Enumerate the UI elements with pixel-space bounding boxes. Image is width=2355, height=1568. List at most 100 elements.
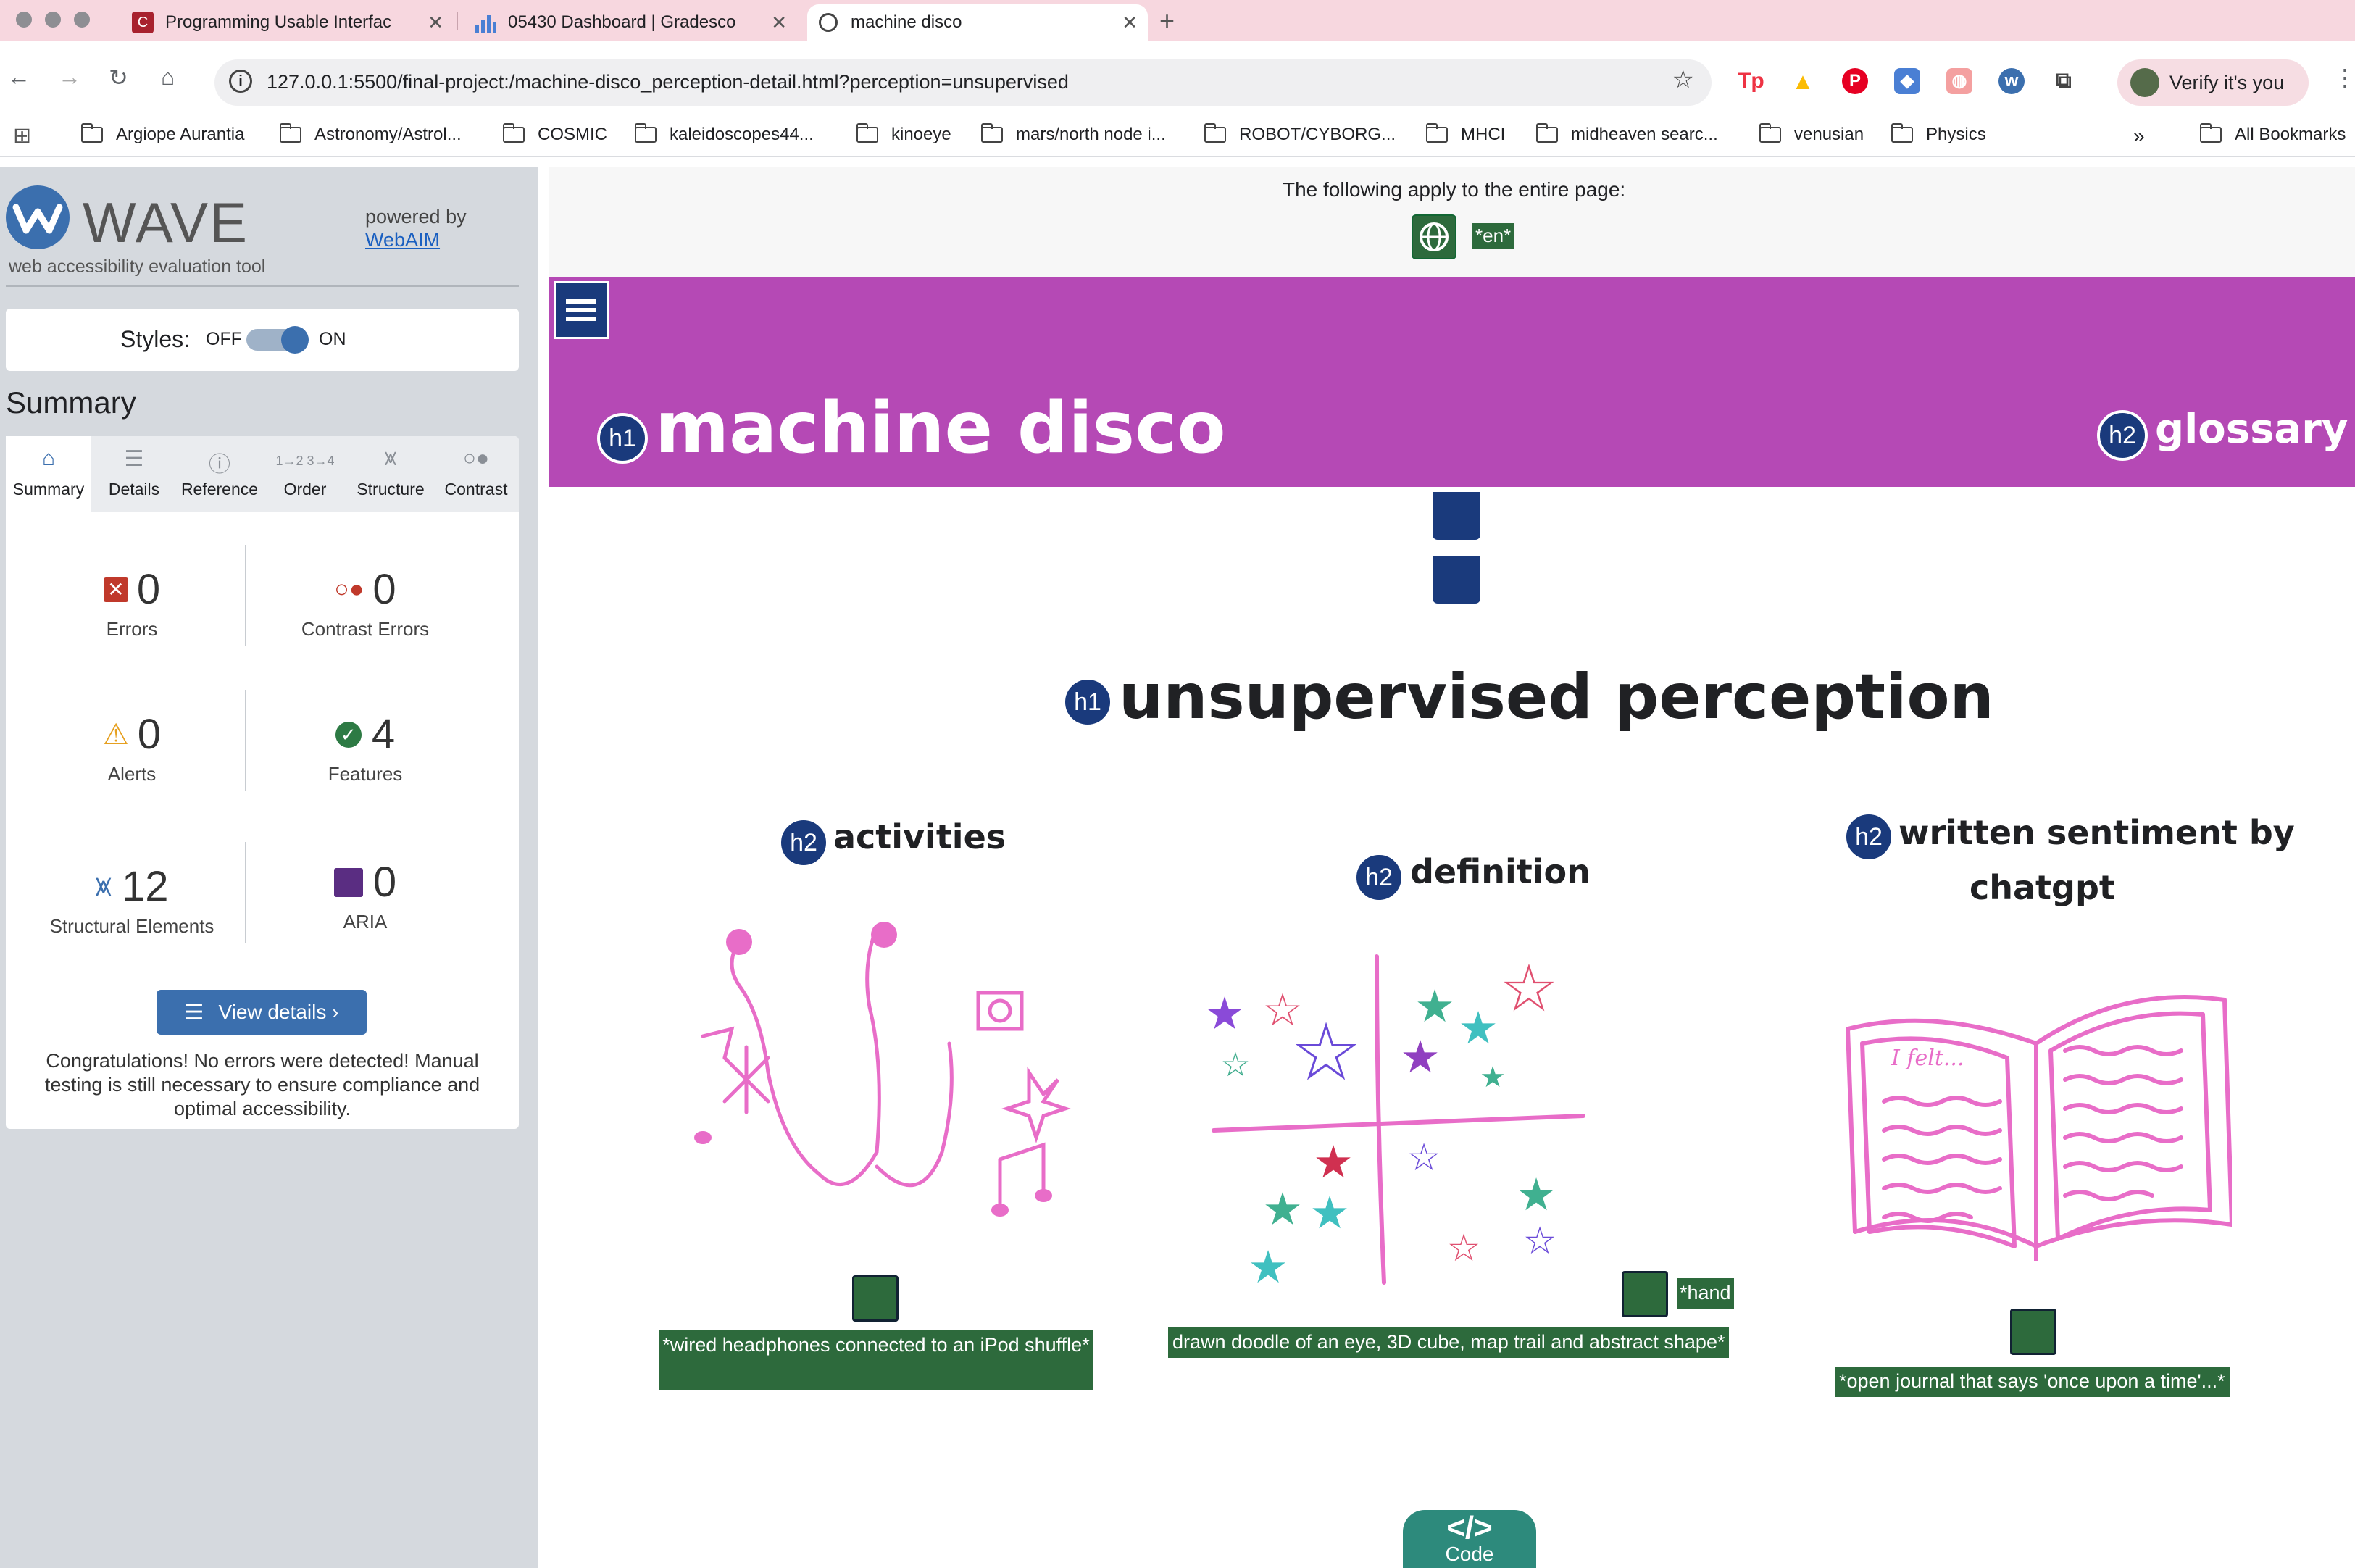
bookmark-folder[interactable]: Argiope Aurantia — [81, 123, 245, 145]
svg-text:☆: ☆ — [1407, 1136, 1441, 1180]
image-alt-icon[interactable] — [2010, 1309, 2056, 1355]
all-bookmarks-folder[interactable]: All Bookmarks — [2200, 123, 2346, 145]
h1-badge-icon[interactable]: h1 — [1062, 677, 1113, 727]
profile-verify-button[interactable]: Verify it's you — [2117, 59, 2309, 106]
bookmark-folder[interactable]: ROBOT/CYBORG... — [1204, 123, 1396, 145]
list-icon: ☰ — [124, 447, 144, 471]
apps-grid-icon[interactable]: ⊞ — [13, 123, 31, 149]
bookmark-folder[interactable]: kaleidoscopes44... — [635, 123, 814, 145]
bookmark-label: kinoeye — [891, 125, 951, 144]
extensions-puzzle-icon[interactable]: ⧉ — [2051, 68, 2077, 94]
tp-extension-icon[interactable]: Tp — [1738, 68, 1764, 94]
structural-count: 12 — [122, 863, 169, 910]
h1-badge-icon[interactable]: h1 — [597, 413, 648, 464]
site-title[interactable]: machine disco — [655, 387, 1226, 470]
address-bar[interactable]: i 127.0.0.1:5500/final-project:/machine-… — [214, 59, 1712, 106]
bookmark-label: Argiope Aurantia — [116, 125, 245, 144]
tab-label: Programming Usable Interfac — [165, 12, 392, 32]
h2-badge-icon[interactable]: h2 — [2097, 410, 2148, 461]
bookmark-label: midheaven searc... — [1571, 125, 1718, 144]
bookmark-folder[interactable]: kinoeye — [856, 123, 951, 145]
drive-icon[interactable]: ▲ — [1790, 68, 1816, 94]
alerts-label: Alerts — [107, 763, 157, 785]
url-text[interactable]: 127.0.0.1:5500/final-project:/machine-di… — [267, 71, 1069, 93]
browser-tab-programming[interactable]: C Programming Usable Interfac ✕ — [120, 4, 454, 41]
folder-icon — [981, 123, 1003, 143]
structural-elements-stat[interactable]: ⩙ 12 Structural Elements — [16, 862, 248, 938]
tab-reference[interactable]: ⓘ Reference — [177, 436, 262, 512]
sentiment-heading-line2: chatgpt — [1970, 868, 2115, 907]
alt-text-doodle: drawn doodle of an eye, 3D cube, map tra… — [1168, 1327, 1730, 1358]
tab-details[interactable]: ☰ Details — [91, 436, 177, 512]
bookmarks-bar: ⊞ Argiope Aurantia Astronomy/Astrol... C… — [0, 114, 2355, 157]
tab-contrast[interactable]: ○● Contrast — [433, 436, 519, 512]
tab-structure[interactable]: ⩙ Structure — [348, 436, 433, 512]
aria-stat[interactable]: 0 ARIA — [249, 858, 481, 933]
pinterest-icon[interactable]: P — [1842, 68, 1868, 94]
bookmark-folder[interactable]: Physics — [1891, 123, 1986, 145]
home-icon[interactable]: ⌂ — [161, 64, 175, 91]
svg-text:☆: ☆ — [1447, 1227, 1481, 1270]
webaim-link[interactable]: WebAIM — [365, 229, 440, 251]
bookmark-folder[interactable]: mars/north node i... — [981, 123, 1166, 145]
styles-toggle[interactable] — [246, 326, 309, 354]
close-tab-icon[interactable]: ✕ — [428, 12, 443, 34]
extension-blue-icon[interactable]: ◆ — [1894, 68, 1920, 94]
contrast-errors-stat[interactable]: ○● 0 Contrast Errors — [249, 565, 481, 641]
site-info-icon[interactable]: i — [229, 70, 252, 93]
minimize-window-icon[interactable] — [45, 12, 61, 28]
svg-text:★: ★ — [1480, 1061, 1506, 1094]
tab-summary[interactable]: ⌂ Summary — [6, 436, 91, 512]
wave-extension-icon[interactable]: w — [1998, 68, 2025, 94]
image-alt-icon[interactable] — [1622, 1271, 1668, 1317]
extension-palette-icon[interactable]: ◍ — [1946, 68, 1972, 94]
bookmark-label: Astronomy/Astrol... — [314, 125, 462, 144]
h2-badge-icon[interactable]: h2 — [1843, 812, 1894, 862]
menu-kebab-icon[interactable]: ⋮ — [2333, 64, 2355, 91]
reload-icon[interactable]: ↻ — [109, 64, 128, 91]
browser-tab-gradescope[interactable]: 05430 Dashboard | Gradesco ✕ — [464, 4, 797, 41]
close-window-icon[interactable] — [16, 12, 32, 28]
browser-tab-machine-disco[interactable]: machine disco ✕ — [807, 4, 1148, 41]
h2-badge-icon[interactable]: h2 — [778, 817, 829, 868]
back-arrow-icon[interactable]: ← — [7, 64, 30, 91]
section-region-icon[interactable] — [1430, 554, 1483, 606]
language-globe-icon[interactable] — [1412, 214, 1456, 259]
close-tab-icon[interactable]: ✕ — [1122, 12, 1138, 34]
svg-text:★: ★ — [1248, 1240, 1288, 1290]
tab-order[interactable]: 1→2 3→4 Order — [262, 436, 348, 512]
forward-arrow-icon[interactable]: → — [58, 64, 81, 91]
glossary-link[interactable]: glossary — [2155, 406, 2348, 453]
new-tab-button[interactable]: + — [1159, 6, 1175, 36]
maximize-window-icon[interactable] — [74, 12, 90, 28]
image-alt-icon[interactable] — [852, 1275, 899, 1322]
errors-stat[interactable]: ✕ 0 Errors — [16, 565, 248, 641]
view-details-button[interactable]: ☰ View details › — [157, 990, 367, 1035]
bookmark-folder[interactable]: MHCI — [1426, 123, 1505, 145]
h2-badge-icon[interactable]: h2 — [1354, 852, 1404, 903]
menu-region-icon[interactable] — [554, 281, 609, 339]
definition-heading: definition — [1410, 852, 1591, 891]
features-stat[interactable]: ✓ 4 Features — [249, 710, 481, 785]
alt-text-headphones: *wired headphones connected to an iPod s… — [659, 1330, 1093, 1390]
bookmark-folder[interactable]: venusian — [1759, 123, 1864, 145]
close-tab-icon[interactable]: ✕ — [771, 12, 787, 34]
bookmark-folder[interactable]: COSMIC — [503, 123, 607, 145]
error-icon: ✕ — [103, 577, 128, 602]
alerts-stat[interactable]: ⚠ 0 Alerts — [16, 710, 248, 785]
aria-count: 0 — [372, 859, 397, 906]
divider — [6, 285, 519, 287]
bookmark-star-icon[interactable]: ☆ — [1672, 65, 1694, 94]
bookmark-folder[interactable]: midheaven searc... — [1536, 123, 1718, 145]
toggle-knob[interactable] — [281, 326, 309, 354]
main-region-icon[interactable] — [1430, 490, 1483, 542]
code-toggle-button[interactable]: </> Code — [1403, 1510, 1536, 1568]
tab-label: Details — [108, 480, 160, 499]
alerts-count: 0 — [137, 711, 162, 758]
tab-label: Structure — [357, 480, 425, 499]
globe-icon — [819, 13, 838, 32]
more-bookmarks-icon[interactable]: » — [2133, 125, 2145, 148]
bookmark-folder[interactable]: Astronomy/Astrol... — [280, 123, 462, 145]
folder-icon — [503, 123, 525, 143]
styles-off-label: OFF — [206, 329, 242, 349]
